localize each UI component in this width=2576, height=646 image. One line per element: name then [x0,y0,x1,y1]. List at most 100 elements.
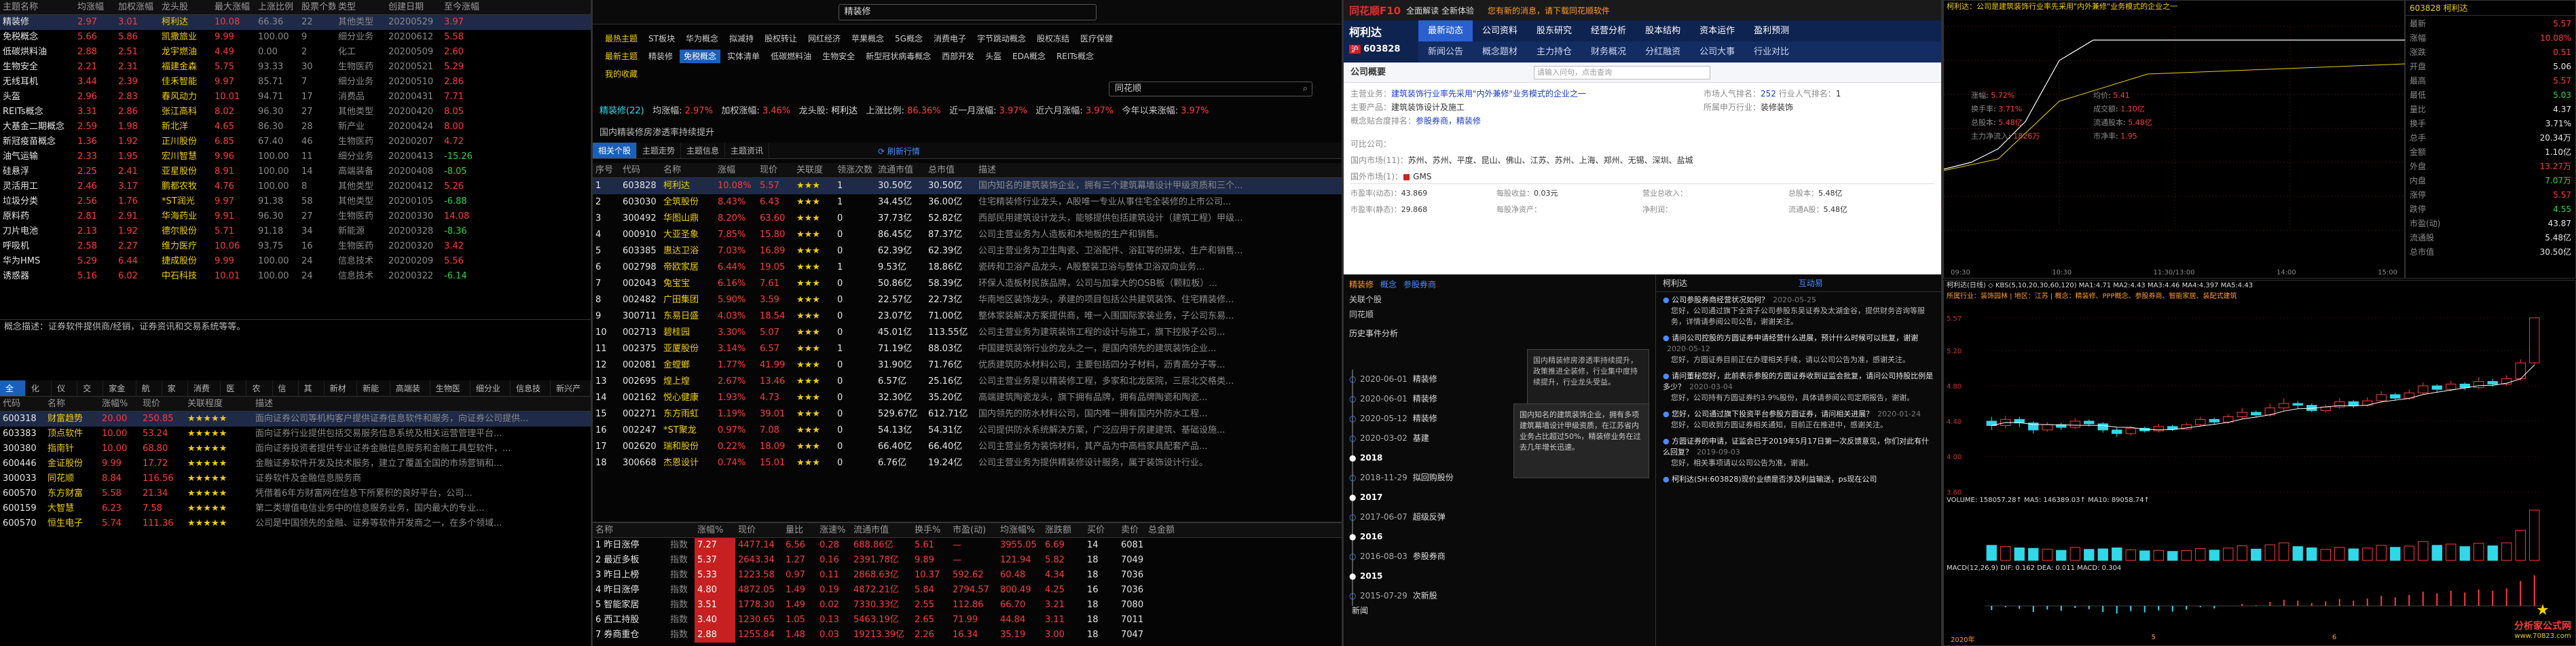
company-overview-tab[interactable]: 公司概要 [1350,67,1386,77]
related-stock-row[interactable]: 2 603030 全筑股份 8.43% 6.43 ★★★ 1 34.45亿 36.00亿 住宅精装… [593,194,1342,211]
timeline-event[interactable]: ○ 2017-06-07 超级反弹 [1349,507,1488,527]
category-tab[interactable]: 细分业务 [471,380,511,410]
category-tab[interactable]: 化工 [26,380,52,410]
stock-row[interactable]: 600318 财富趋势 20.00 250.85 ★★★★★ 面向证券公司等机构客户提供证… [0,412,591,427]
stock-row[interactable]: 300033 同花顺 8.84 116.56 ★★★★★ 证券软件及金融信息服务商 [0,471,591,486]
stock-row[interactable]: 300380 指南针 10.00 68.80 ★★★★★ 面向证券投资者提供专业证券金融信… [0,442,591,456]
concept-link[interactable]: 精装修 [1349,280,1374,289]
f10-nav-item[interactable]: 公司大事 [1690,41,1744,62]
theme-chip[interactable]: 低碳燃料油 [767,50,815,63]
theme-chip[interactable]: 字节跳动概念 [973,32,1030,46]
f10-nav-item[interactable]: 资本运作 [1690,20,1744,41]
theme-row[interactable]: 无线耳机 3.44 2.39 佳禾智能 9.97 85.71 7 细分业务 20200510 2.… [0,75,591,90]
index-row[interactable]: 6 西工持股 指数 3.40 1230.65 1.05 0.13 5463.19亿 2.65 7… [593,613,1342,628]
stock-row[interactable]: 600570 恒生电子 5.74 111.36 ★★★★★ 公司是中国领先的金融、证券等软… [0,516,591,531]
timeline-event[interactable]: ○ 2020-06-01 精装修 [1349,389,1488,409]
theme-row[interactable]: 硅悬浮 2.25 2.41 亚星股份 8.91 100.00 14 高端装备 20200408-… [0,164,591,179]
theme-chip[interactable]: 免税概念 [680,50,721,63]
refresh-quote-button[interactable]: ⟳ 刷新行情 [878,145,920,157]
theme-title-box[interactable]: 精装修 [838,3,1097,20]
category-tab[interactable]: 高端装备 [390,380,430,410]
related-stock-link[interactable]: 关联个股 [1349,295,1382,304]
detail-tab[interactable]: 主题信息 [681,143,726,158]
category-tab[interactable]: 消费品 [188,380,221,410]
qa-item[interactable]: ● 您好，公司通过旗下投资平台参股方圆证券，请问相关进展？ 2020-01-24 您… [1663,409,1934,431]
theme-row[interactable]: 华为HMS 5.29 6.44 捷成股份 9.99 100.00 24 信息技术 2020020… [0,254,591,269]
theme-chip[interactable]: 股权转让 [760,32,801,46]
theme-row[interactable]: 头盔 2.96 2.83 春风动力 10.01 94.71 17 消费品 20200431 7.7… [0,90,591,105]
category-tab[interactable]: 新材料 [325,380,358,410]
related-stock-row[interactable]: 18 300668 杰恩设计 0.74% 15.01 ★★★ 0 6.76亿 19.24亿 公司主… [593,455,1342,471]
theme-row[interactable]: 精装修 2.97 3.01 柯利达 10.08 66.36 22 其他类型 20200529 3.… [0,15,591,30]
stock-row[interactable]: 600570 东方财富 5.58 21.34 ★★★★★ 凭借着6年方财富网在信息下所累积… [0,486,591,501]
category-tab[interactable]: 新兴产业 [551,380,591,410]
download-hint[interactable]: 您有新的消息，请下载同花顺软件 [1488,5,1610,16]
related-stock-row[interactable]: 13 002695 煌上煌 2.67% 13.46 ★★★ 0 6.57亿 25.16亿 公司主营… [593,374,1342,390]
theme-chip[interactable]: 西部开发 [938,50,978,63]
detail-tab[interactable]: 主题走势 [637,143,682,158]
theme-chip[interactable]: 医疗保健 [1076,32,1117,46]
f10-nav-item[interactable]: 盈利预测 [1744,20,1799,41]
theme-chip[interactable]: ST板块 [644,32,679,46]
concept-link[interactable]: 参股券商 [1403,280,1436,289]
f10-nav-item[interactable]: 经营分析 [1581,20,1636,41]
index-row[interactable]: 3 昨日上榜 指数 5.33 1223.58 0.97 0.11 2868.63亿 10.37… [593,568,1342,583]
category-tab[interactable]: 信息 [273,380,299,410]
theme-chip[interactable]: REITs概念 [1052,50,1098,63]
category-tab[interactable]: 交通 [77,380,104,410]
f10-nav-item[interactable]: 最新动态 [1418,20,1473,41]
related-stock-row[interactable]: 10 002713 碧桂园 3.30% 5.07 ★★★ 0 45.01亿 113.55亿 公司主… [593,325,1342,341]
theme-row[interactable]: 油气运输 2.33 1.95 宏川智慧 9.96 100.00 11 细分业务 20200413… [0,149,591,164]
related-stock-row[interactable]: 3 300492 华图山鼎 8.20% 63.60 ★★★ 0 37.73亿 52.82亿 西部民… [593,211,1342,227]
category-tab[interactable]: 医疗 [221,380,247,410]
category-tab[interactable]: 其他 [299,380,325,410]
theme-search-input[interactable]: 同花顺 ⌕ [1109,82,1312,96]
timeline-event[interactable]: ○ 2016-08-03 参股券商 [1349,547,1488,567]
index-row[interactable]: 7 券商重仓 指数 2.88 1255.84 1.48 0.03 19213.39亿 2.26… [593,628,1342,643]
theme-chip[interactable]: EDA概念 [1008,50,1050,63]
qa-item[interactable]: ● 请问董秘您好，此前表示参股的方圆证券收到证监会批复，请问公司持股比例是多少？… [1663,371,1934,403]
theme-row[interactable]: 灵活用工 2.46 3.17 鹏都农牧 4.76 100.00 8 其他类型 20200412 5… [0,179,591,194]
qa-item[interactable]: ● 公司参股券商经营状况如何？ 2020-05-25 您好，公司通过旗下全资子公司参… [1663,295,1934,327]
theme-row[interactable]: 免税概念 5.66 5.86 凯撒旅业 9.99 100.00 9 细分业务 20200612 5… [0,30,591,45]
detail-tab[interactable]: 主题资讯 [725,143,770,158]
related-stock-row[interactable]: 12 002081 金螳螂 1.77% 41.99 ★★★ 0 31.90亿 71.76亿 优质建… [593,357,1342,374]
theme-chip[interactable]: 头盔 [981,50,1006,63]
ask-input[interactable]: 请输入问句，点击查询 [1534,66,1710,79]
theme-row[interactable]: 原料药 2.81 2.91 华海药业 9.91 96.30 27 生物医药 20200330 14… [0,209,591,224]
theme-row[interactable]: 低碳烘料油 2.88 2.51 龙宇燃油 4.49 0.00 2 化工 20200509 2.60 [0,45,591,60]
category-tab[interactable]: 航空 [136,380,162,410]
qa-tab[interactable]: 互动易 [1799,279,1823,288]
theme-chip[interactable]: 新型冠状病毒概念 [862,50,935,63]
theme-chip[interactable]: 实体清单 [723,50,764,63]
timeline-event[interactable]: ○ 2020-06-01 精装修 [1349,370,1488,389]
related-stock-row[interactable]: 8 002482 广田集团 5.90% 3.59 ★★★ 0 22.57亿 22.73亿 华南地区… [593,292,1342,308]
theme-row[interactable]: 大基金二期概念 2.59 1.98 新北洋 4.65 86.30 28 新产业 20200424… [0,120,591,134]
related-stock-row[interactable]: 14 002162 悦心健康 1.93% 4.73 ★★★ 0 32.30亿 35.20亿 高端建… [593,390,1342,406]
qa-item[interactable]: ● 柯利达(SH:603828)现价业绩是否涉及利益输送，ps现在公司 [1663,474,1934,485]
category-tab[interactable]: 农业 [246,380,273,410]
theme-chip[interactable]: 股权冻结 [1033,32,1073,46]
category-tab[interactable]: 家用 [162,380,188,410]
category-tab[interactable]: 生物医药 [430,380,471,410]
category-tab[interactable]: 全部 [0,380,26,410]
index-row[interactable]: 1 昨日涨停 指数 7.27 4477.14 6.56 0.28 688.86亿 5.61—3… [593,538,1342,553]
theme-row[interactable]: 垃圾分类 2.56 1.76 *ST润光 9.97 91.38 58 其他类型 20200105… [0,194,591,209]
category-tab[interactable]: 家金属 [103,380,136,410]
f10-nav-item[interactable]: 股东研究 [1527,20,1581,41]
timeline-event[interactable]: ○ 2015-07-29 次新股 [1349,586,1488,606]
related-stock-row[interactable]: 1 603828 柯利达 10.08% 5.57 ★★★ 1 30.50亿 30.50亿 国内知名… [593,178,1342,194]
search-icon[interactable]: ⌕ [1303,82,1308,96]
index-row[interactable]: 5 智能家居 指数 3.51 1778.30 1.49 0.02 7330.33亿 2.55 1… [593,598,1342,613]
theme-chip[interactable]: 拟减持 [725,32,758,46]
theme-row[interactable]: 新冠疫苗概念 1.36 1.92 正川股份 6.85 67.40 46 生物医药 2020020… [0,134,591,149]
theme-row[interactable]: 诱惑器 5.16 6.02 中石科技 10.01 100.00 24 信息技术 20200322… [0,269,591,284]
f10-nav-item[interactable]: 公司资料 [1473,20,1527,41]
stock-row[interactable]: 603383 顶点软件 10.00 53.24 ★★★★★ 面向证券行业提供包括交易服务信… [0,427,591,442]
f10-nav-item[interactable]: 概念题材 [1473,41,1527,62]
timeline-event[interactable]: ○ 2020-03-02 基建 [1349,429,1488,448]
f10-nav-item[interactable]: 新闻公告 [1418,41,1473,62]
qa-item[interactable]: ● 请问公司控股的方圆证券申请经营什么进展，预计什么时候可以批复，谢谢 2020-… [1663,333,1934,365]
index-row[interactable]: 4 昨日涨停 指数 4.80 4872.05 1.49 0.19 4872.21亿 5.84 2… [593,583,1342,598]
f10-nav-item[interactable]: 分红融资 [1636,41,1690,62]
